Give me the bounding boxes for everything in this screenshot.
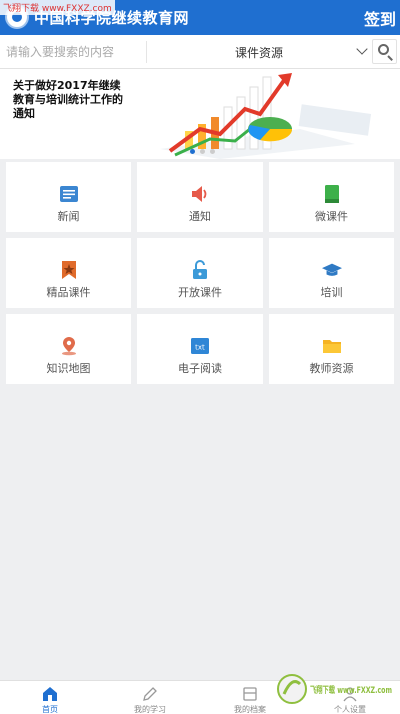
search-input[interactable] bbox=[6, 41, 147, 63]
category-select-value: 课件资源 bbox=[234, 45, 283, 60]
star-ribbon-icon bbox=[61, 261, 76, 279]
carousel-indicator bbox=[190, 149, 215, 154]
watermark-bottom-text: 飞翔下载 www.FXXZ.com bbox=[310, 684, 392, 696]
folder-icon bbox=[322, 340, 341, 353]
carousel-dot bbox=[210, 149, 215, 154]
nav-home[interactable]: 首页 bbox=[0, 681, 100, 714]
txt-file-icon: txt bbox=[191, 338, 209, 354]
search-icon-handle bbox=[387, 55, 393, 61]
feature-grid: 新闻 通知 微课件 精品课件 开放课件 培训 知识地图 txt 电子阅读 教师资… bbox=[6, 162, 394, 384]
tile-label: 微课件 bbox=[315, 210, 348, 223]
tile-label: 精品课件 bbox=[46, 286, 91, 299]
tile-label: 电子阅读 bbox=[178, 362, 222, 375]
signin-button[interactable]: 签到 bbox=[364, 6, 396, 30]
home-icon bbox=[43, 687, 57, 701]
tile-teacher-resources[interactable]: 教师资源 bbox=[269, 314, 394, 384]
svg-text:txt: txt bbox=[195, 344, 205, 352]
tile-notice[interactable]: 通知 bbox=[137, 162, 263, 232]
watermark-logo: 飞翔下载 www.FXXZ.com bbox=[277, 674, 392, 704]
unlock-icon bbox=[193, 260, 207, 279]
category-select[interactable]: 课件资源 bbox=[148, 40, 370, 64]
pen-icon bbox=[143, 687, 157, 701]
banner-carousel[interactable]: 关于做好2017年继续教育与培训统计工作的通知 bbox=[0, 69, 400, 159]
tile-open-course[interactable]: 开放课件 bbox=[137, 238, 263, 308]
tile-label: 培训 bbox=[320, 286, 343, 299]
tile-knowledge-map[interactable]: 知识地图 bbox=[6, 314, 131, 384]
search-button[interactable] bbox=[372, 39, 397, 64]
search-bar: 课件资源 bbox=[0, 35, 400, 69]
tile-label: 通知 bbox=[189, 210, 211, 223]
tile-micro-course[interactable]: 微课件 bbox=[269, 162, 394, 232]
tile-label: 新闻 bbox=[57, 210, 80, 223]
archive-icon bbox=[243, 687, 257, 701]
tile-label: 知识地图 bbox=[46, 362, 91, 375]
graduation-cap-icon bbox=[321, 263, 342, 276]
tile-training[interactable]: 培训 bbox=[269, 238, 394, 308]
chevron-down-icon bbox=[356, 43, 368, 55]
tile-news[interactable]: 新闻 bbox=[6, 162, 131, 232]
app-header: 中国科学院继续教育网 签到 飞翔下载 www.FXXZ.com bbox=[0, 0, 400, 35]
banner-headline: 关于做好2017年继续教育与培训统计工作的通知 bbox=[13, 79, 123, 120]
news-icon bbox=[59, 186, 78, 202]
book-icon bbox=[324, 185, 339, 203]
nav-label: 首页 bbox=[42, 705, 58, 714]
carousel-dot bbox=[200, 149, 205, 154]
search-icon bbox=[378, 44, 389, 55]
tile-e-reading[interactable]: txt 电子阅读 bbox=[137, 314, 263, 384]
carousel-dot bbox=[190, 149, 195, 154]
growth-chart-illustration bbox=[160, 73, 372, 159]
tile-label: 开放课件 bbox=[178, 286, 222, 299]
speaker-icon bbox=[192, 186, 207, 202]
tile-label: 教师资源 bbox=[309, 362, 354, 375]
map-pin-icon bbox=[61, 337, 76, 356]
nav-label: 我的学习 bbox=[134, 705, 166, 714]
nav-my-learning[interactable]: 我的学习 bbox=[100, 681, 200, 714]
watermark-top: 飞翔下载 www.FXXZ.com bbox=[0, 0, 115, 15]
tile-premium-course[interactable]: 精品课件 bbox=[6, 238, 131, 308]
